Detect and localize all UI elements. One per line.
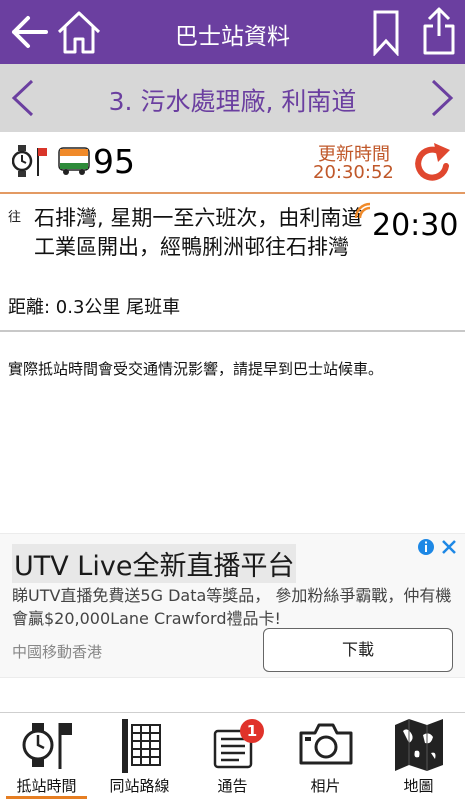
stop-name: 3. 污水處理廠, 利南道 [108,87,357,116]
ad-banner[interactable]: UTV Live全新直播平台 睇UTV直播免費送5G Data等獎品， 參加粉絲… [0,533,465,678]
tab-arrival-time[interactable]: 抵站時間 [0,713,93,801]
timetable-icon [118,717,162,779]
traffic-notice: 實際抵站時間會受交通情況影響，請提早到巴士站候車。 [8,360,384,378]
eta-entry: 往 石排灣, 星期一至六班次，由利南道工業區開出，經鴨脷洲邨往石排灣 20:30… [0,196,465,332]
chevron-right-icon[interactable] [427,78,457,122]
camera-icon [297,717,355,773]
tab-notices[interactable]: 1 通告 [186,713,279,801]
realtime-signal-icon [354,202,372,224]
ad-info-icon[interactable] [417,538,435,560]
bottom-tab-bar: 抵站時間 同站路線 1 通告 相片 地圖 [0,712,465,800]
refresh-icon[interactable] [410,140,456,190]
bookmark-icon[interactable] [372,10,400,60]
bus-icon [58,146,90,180]
ad-close-icon[interactable] [441,538,457,560]
share-icon[interactable] [422,6,456,60]
stop-nav-bar: 3. 污水處理廠, 利南道 [0,64,465,132]
ad-sponsor: 中國移動香港 [12,643,103,661]
top-bar: 巴士站資料 [0,0,465,64]
route-number: 95 [93,142,135,181]
tab-label: 地圖 [403,777,434,795]
watch-flag-icon [11,144,48,182]
tab-same-stop-routes[interactable]: 同站路線 [93,713,186,801]
map-icon [393,717,445,777]
tab-label: 通告 [217,777,248,795]
watch-flag-icon [22,717,72,777]
route-description: 石排灣, 星期一至六班次，由利南道工業區開出，經鴨脷洲邨往石排灣 [34,206,363,259]
tab-label: 抵站時間 [16,777,77,795]
ad-description: 睇UTV直播免費送5G Data等獎品， 參加粉絲爭霸戰，仲有機會贏$20,00… [12,586,452,628]
direction-label: 往 [8,210,22,225]
ad-title[interactable]: UTV Live全新直播平台 [12,544,297,583]
notice-badge: 1 [240,719,264,743]
update-time-value: 20:30:52 [313,162,394,183]
distance-info: 距離: 0.3公里 尾班車 [8,297,181,318]
route-info-bar: 95 更新時間 20:30:52 [0,132,465,194]
ad-download-button[interactable]: 下載 [263,628,453,672]
chevron-left-icon[interactable] [8,78,38,122]
tab-label: 相片 [310,777,341,795]
tab-map[interactable]: 地圖 [372,713,465,801]
eta-time: 20:30 [372,208,459,243]
tab-label: 同站路線 [109,777,170,795]
active-tab-indicator [6,796,87,799]
tab-photos[interactable]: 相片 [279,713,372,801]
